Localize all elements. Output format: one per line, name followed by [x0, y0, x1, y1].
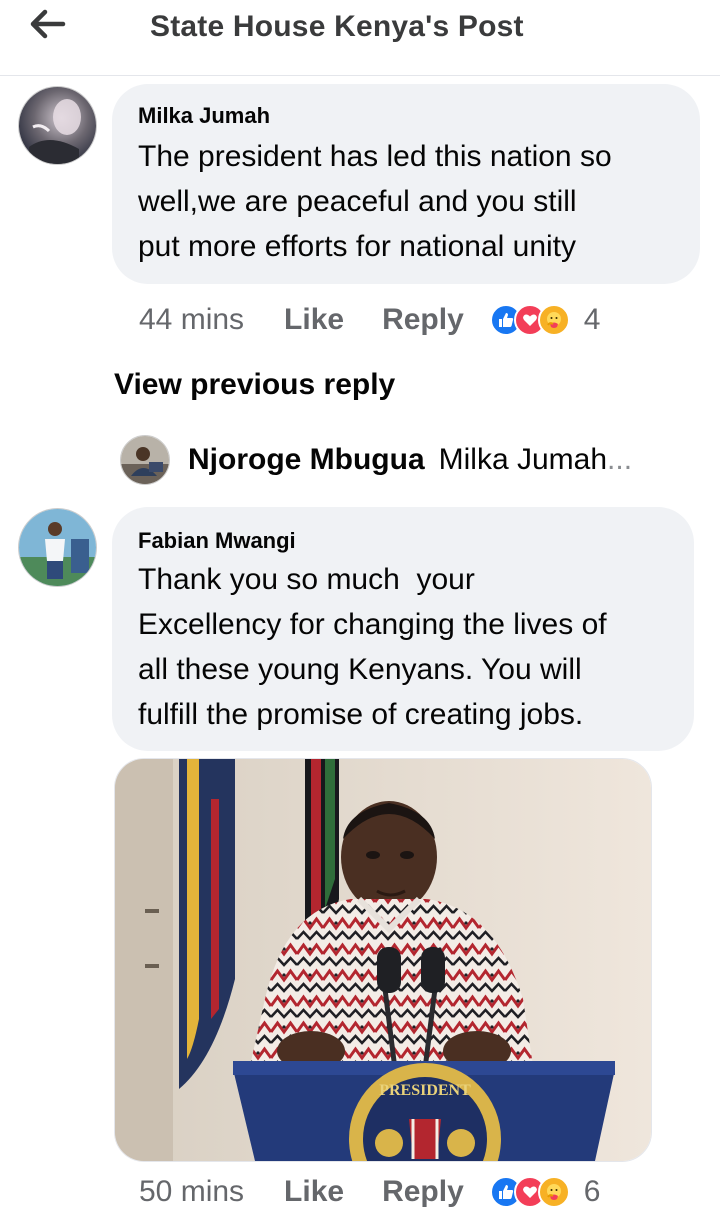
- avatar-fabian-mwangi[interactable]: [18, 508, 97, 587]
- reaction-count: 4: [583, 303, 601, 336]
- comment-line: fulfill the promise of creating jobs.: [138, 698, 584, 731]
- like-button[interactable]: Like: [284, 1175, 344, 1209]
- reply-button[interactable]: Reply: [382, 303, 464, 337]
- care-reaction-icon: [537, 304, 570, 336]
- comment-timestamp[interactable]: 50 mins: [139, 1175, 244, 1209]
- page-title: State House Kenya's Post: [150, 10, 524, 43]
- comment-author[interactable]: Milka Jumah: [138, 103, 270, 129]
- reply-author[interactable]: Njoroge Mbugua: [188, 443, 425, 477]
- avatar-milka-jumah[interactable]: [18, 86, 97, 165]
- reactions-summary[interactable]: 6: [489, 1175, 601, 1209]
- comment-text: The president has led this nation so wel…: [138, 134, 612, 269]
- reply-button[interactable]: Reply: [382, 1175, 464, 1209]
- comment-photo[interactable]: PRESIDENT: [114, 758, 652, 1162]
- comment-line: put more efforts for national unity: [138, 230, 577, 263]
- comment-actions: 44 mins Like Reply 4: [139, 297, 600, 343]
- comment-line: The president has led this nation so: [138, 140, 612, 173]
- comment-author[interactable]: Fabian Mwangi: [138, 528, 296, 554]
- reply-snippet: Milka Jumah...: [439, 443, 632, 477]
- reply-preview[interactable]: Njoroge Mbugua Milka Jumah...: [120, 435, 632, 485]
- comment-bubble[interactable]: Fabian Mwangi Thank you so much your Exc…: [112, 507, 694, 751]
- arrow-left-icon: [30, 9, 66, 39]
- comment-text: Thank you so much your Excellency for ch…: [138, 557, 607, 737]
- reaction-count: 6: [583, 1175, 601, 1208]
- top-bar: State House Kenya's Post: [0, 0, 720, 76]
- seal-text: PRESIDENT: [379, 1082, 471, 1099]
- back-button[interactable]: [28, 6, 68, 42]
- comment-line: well,we are peaceful and you still: [138, 185, 577, 218]
- comment-actions: 50 mins Like Reply 6: [139, 1169, 600, 1215]
- comment-bubble[interactable]: Milka Jumah The president has led this n…: [112, 84, 700, 284]
- comment-line: all these young Kenyans. You will: [138, 653, 582, 686]
- comment-timestamp[interactable]: 44 mins: [139, 303, 244, 337]
- comment-line: Excellency for changing the lives of: [138, 608, 607, 641]
- reply-ellipsis: ...: [607, 443, 633, 476]
- view-previous-replies-link[interactable]: View previous reply: [114, 368, 395, 402]
- reply-mention: Milka Jumah: [438, 443, 608, 476]
- avatar-njoroge-mbugua[interactable]: [120, 435, 170, 485]
- comment-line: Thank you so much your: [138, 563, 475, 596]
- care-reaction-icon: [537, 1176, 570, 1208]
- like-button[interactable]: Like: [284, 303, 344, 337]
- reactions-summary[interactable]: 4: [489, 303, 601, 337]
